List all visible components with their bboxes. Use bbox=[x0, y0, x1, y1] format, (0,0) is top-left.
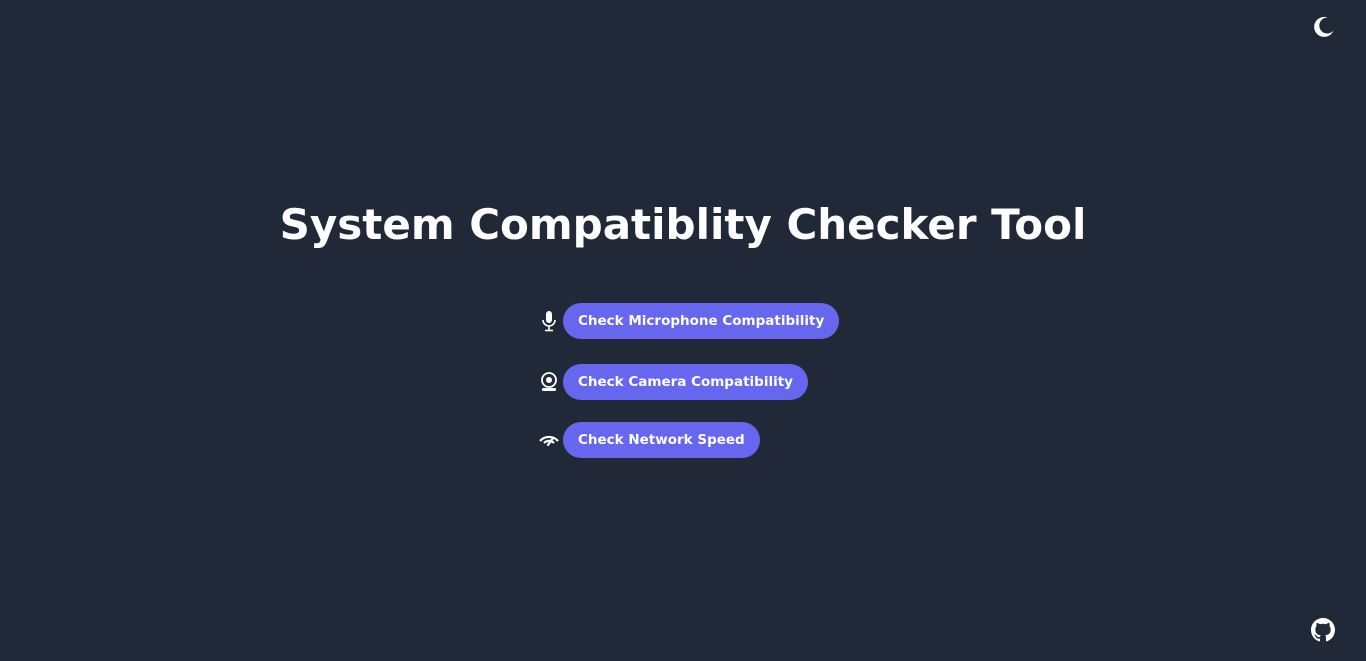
page-title: System Compatiblity Checker Tool bbox=[279, 200, 1087, 249]
check-camera-button[interactable]: Check Camera Compatibility bbox=[563, 364, 808, 400]
check-microphone-button[interactable]: Check Microphone Compatibility bbox=[563, 303, 840, 339]
microphone-icon bbox=[539, 311, 559, 332]
network-speed-icon bbox=[539, 430, 559, 450]
github-link[interactable] bbox=[1311, 618, 1335, 642]
page: System Compatiblity Checker Tool Check M… bbox=[0, 0, 1366, 661]
github-icon bbox=[1311, 618, 1335, 642]
theme-toggle-button[interactable] bbox=[1311, 14, 1337, 40]
webcam-icon bbox=[539, 372, 559, 392]
check-row-camera: Check Camera Compatibility bbox=[539, 364, 808, 400]
check-row-microphone: Check Microphone Compatibility bbox=[539, 303, 840, 339]
moon-icon bbox=[1314, 16, 1334, 37]
check-row-network: Check Network Speed bbox=[539, 422, 760, 458]
check-network-button[interactable]: Check Network Speed bbox=[563, 422, 760, 458]
